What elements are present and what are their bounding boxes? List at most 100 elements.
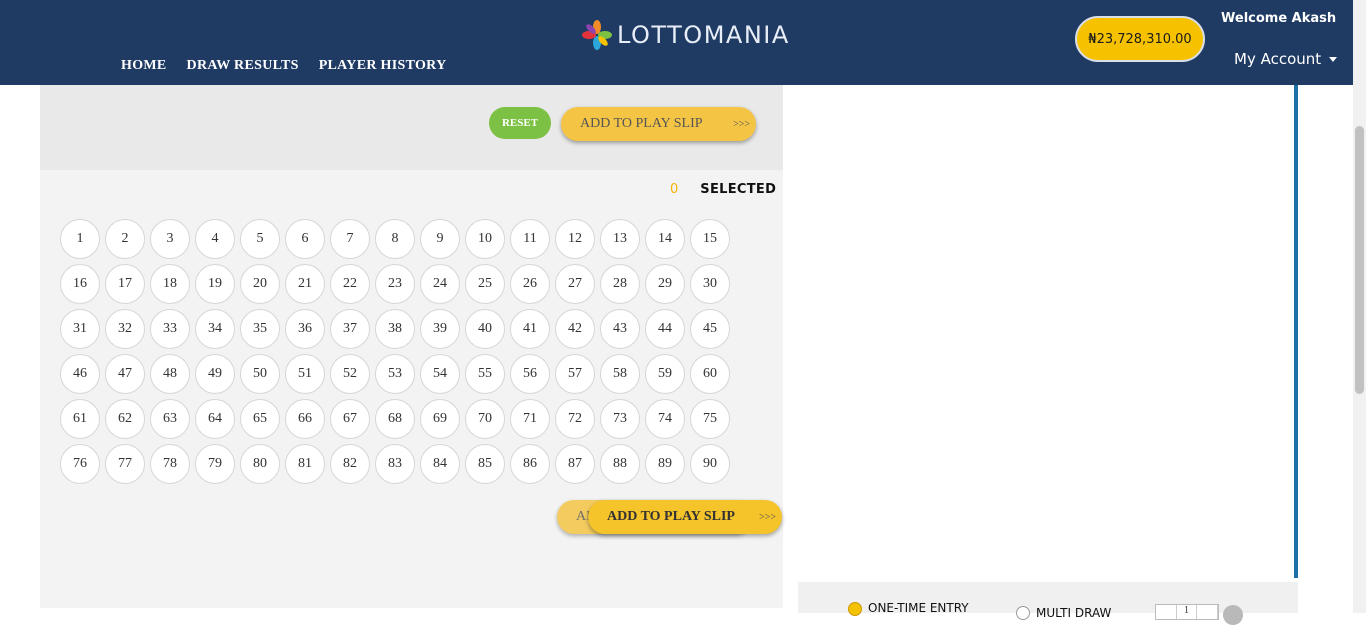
- number-ball[interactable]: 25: [465, 264, 505, 304]
- number-ball[interactable]: 11: [510, 219, 550, 259]
- number-ball[interactable]: 50: [240, 354, 280, 394]
- number-ball[interactable]: 66: [285, 399, 325, 439]
- number-ball[interactable]: 54: [420, 354, 460, 394]
- number-ball[interactable]: 32: [105, 309, 145, 349]
- number-ball[interactable]: 69: [420, 399, 460, 439]
- number-ball[interactable]: 52: [330, 354, 370, 394]
- number-ball[interactable]: 59: [645, 354, 685, 394]
- number-ball[interactable]: 53: [375, 354, 415, 394]
- number-ball[interactable]: 26: [510, 264, 550, 304]
- number-ball[interactable]: 4: [195, 219, 235, 259]
- stepper-minus[interactable]: [1156, 605, 1177, 619]
- number-ball[interactable]: 83: [375, 444, 415, 484]
- number-ball[interactable]: 18: [150, 264, 190, 304]
- number-ball[interactable]: 56: [510, 354, 550, 394]
- number-ball[interactable]: 31: [60, 309, 100, 349]
- number-ball[interactable]: 62: [105, 399, 145, 439]
- multi-draw-radio[interactable]: [1016, 606, 1030, 620]
- wallet-balance[interactable]: ₦23,728,310.00: [1075, 16, 1205, 62]
- nav-home[interactable]: HOME: [121, 58, 167, 74]
- number-ball[interactable]: 64: [195, 399, 235, 439]
- number-ball[interactable]: 39: [420, 309, 460, 349]
- number-ball[interactable]: 23: [375, 264, 415, 304]
- number-ball[interactable]: 58: [600, 354, 640, 394]
- stepper-plus[interactable]: [1197, 605, 1219, 619]
- add-to-play-slip-button[interactable]: ADD TO PLAY SLIP >>>: [561, 107, 756, 141]
- number-ball[interactable]: 10: [465, 219, 505, 259]
- number-ball[interactable]: 80: [240, 444, 280, 484]
- number-ball[interactable]: 17: [105, 264, 145, 304]
- number-ball[interactable]: 78: [150, 444, 190, 484]
- number-ball[interactable]: 19: [195, 264, 235, 304]
- number-ball[interactable]: 2: [105, 219, 145, 259]
- number-ball[interactable]: 47: [105, 354, 145, 394]
- number-ball[interactable]: 6: [285, 219, 325, 259]
- number-ball[interactable]: 35: [240, 309, 280, 349]
- number-ball[interactable]: 57: [555, 354, 595, 394]
- number-ball[interactable]: 74: [645, 399, 685, 439]
- number-ball[interactable]: 90: [690, 444, 730, 484]
- scrollbar-thumb[interactable]: [1355, 126, 1364, 394]
- number-ball[interactable]: 34: [195, 309, 235, 349]
- number-ball[interactable]: 89: [645, 444, 685, 484]
- number-ball[interactable]: 88: [600, 444, 640, 484]
- number-ball[interactable]: 30: [690, 264, 730, 304]
- number-ball[interactable]: 8: [375, 219, 415, 259]
- number-ball[interactable]: 13: [600, 219, 640, 259]
- number-ball[interactable]: 40: [465, 309, 505, 349]
- number-ball[interactable]: 27: [555, 264, 595, 304]
- number-ball[interactable]: 3: [150, 219, 190, 259]
- number-ball[interactable]: 24: [420, 264, 460, 304]
- number-ball[interactable]: 55: [465, 354, 505, 394]
- number-ball[interactable]: 38: [375, 309, 415, 349]
- draw-count-stepper[interactable]: 1: [1155, 604, 1219, 620]
- nav-player-history[interactable]: PLAYER HISTORY: [319, 58, 447, 74]
- number-ball[interactable]: 76: [60, 444, 100, 484]
- number-ball[interactable]: 22: [330, 264, 370, 304]
- number-ball[interactable]: 82: [330, 444, 370, 484]
- number-ball[interactable]: 86: [510, 444, 550, 484]
- number-ball[interactable]: 77: [105, 444, 145, 484]
- number-ball[interactable]: 14: [645, 219, 685, 259]
- number-ball[interactable]: 9: [420, 219, 460, 259]
- number-ball[interactable]: 44: [645, 309, 685, 349]
- number-ball[interactable]: 7: [330, 219, 370, 259]
- number-ball[interactable]: 49: [195, 354, 235, 394]
- number-ball[interactable]: 63: [150, 399, 190, 439]
- number-ball[interactable]: 1: [60, 219, 100, 259]
- number-ball[interactable]: 46: [60, 354, 100, 394]
- number-ball[interactable]: 65: [240, 399, 280, 439]
- number-ball[interactable]: 21: [285, 264, 325, 304]
- page-scrollbar[interactable]: [1353, 0, 1366, 613]
- number-ball[interactable]: 33: [150, 309, 190, 349]
- stepper-value[interactable]: 1: [1177, 605, 1198, 619]
- number-ball[interactable]: 28: [600, 264, 640, 304]
- add-to-play-slip-button-bottom[interactable]: ADD TO PLAY SLIP >>>: [588, 500, 782, 534]
- number-ball[interactable]: 85: [465, 444, 505, 484]
- number-ball[interactable]: 81: [285, 444, 325, 484]
- number-ball[interactable]: 60: [690, 354, 730, 394]
- logo[interactable]: LOTTOMANIA: [581, 18, 790, 52]
- number-ball[interactable]: 12: [555, 219, 595, 259]
- number-ball[interactable]: 51: [285, 354, 325, 394]
- number-ball[interactable]: 20: [240, 264, 280, 304]
- number-ball[interactable]: 5: [240, 219, 280, 259]
- number-ball[interactable]: 37: [330, 309, 370, 349]
- number-ball[interactable]: 43: [600, 309, 640, 349]
- number-ball[interactable]: 45: [690, 309, 730, 349]
- info-icon[interactable]: [1223, 605, 1243, 625]
- number-ball[interactable]: 67: [330, 399, 370, 439]
- number-ball[interactable]: 70: [465, 399, 505, 439]
- number-ball[interactable]: 75: [690, 399, 730, 439]
- number-ball[interactable]: 68: [375, 399, 415, 439]
- one-time-entry-radio[interactable]: [848, 602, 862, 616]
- number-ball[interactable]: 72: [555, 399, 595, 439]
- number-ball[interactable]: 61: [60, 399, 100, 439]
- number-ball[interactable]: 73: [600, 399, 640, 439]
- number-ball[interactable]: 15: [690, 219, 730, 259]
- nav-draw-results[interactable]: DRAW RESULTS: [187, 58, 299, 74]
- my-account-dropdown[interactable]: My Account: [1234, 50, 1338, 68]
- number-ball[interactable]: 79: [195, 444, 235, 484]
- number-ball[interactable]: 36: [285, 309, 325, 349]
- number-ball[interactable]: 42: [555, 309, 595, 349]
